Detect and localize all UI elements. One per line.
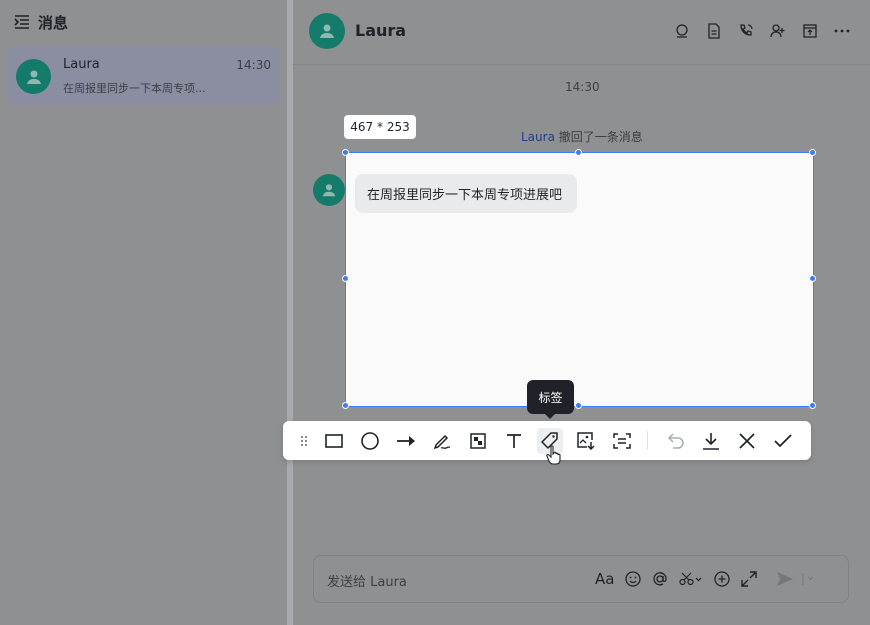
selection-size-badge: 467 * 253 <box>344 115 416 139</box>
chat-header-actions <box>672 22 852 40</box>
resize-handle-s[interactable] <box>575 402 582 409</box>
conversation-preview: 在周报里同步一下本周专项... <box>63 82 206 95</box>
conversation-name: Laura <box>63 57 100 72</box>
contact-name[interactable]: Laura <box>355 21 406 40</box>
emoji-icon[interactable] <box>625 570 642 588</box>
cancel-icon[interactable] <box>734 428 760 454</box>
search-icon[interactable] <box>672 22 692 40</box>
contact-avatar[interactable] <box>309 13 345 49</box>
pen-icon[interactable] <box>429 428 455 454</box>
mosaic-icon[interactable] <box>465 428 491 454</box>
resize-handle-ne[interactable] <box>809 149 816 156</box>
screenshot-icon[interactable] <box>679 570 703 588</box>
chat-timestamp: 14:30 <box>565 80 600 94</box>
more-icon[interactable] <box>832 22 852 40</box>
message-avatar[interactable] <box>313 174 345 206</box>
resize-handle-se[interactable] <box>809 402 816 409</box>
text-icon[interactable] <box>501 428 527 454</box>
expand-icon[interactable] <box>741 570 758 588</box>
hand-cursor-icon <box>546 445 562 469</box>
download-icon[interactable] <box>698 428 724 454</box>
send-icon[interactable] <box>776 570 794 588</box>
pin-icon[interactable] <box>800 22 820 40</box>
undo-icon[interactable] <box>663 428 689 454</box>
composer-actions: Aa <box>595 570 815 588</box>
sidebar-title: 消息 <box>38 13 69 32</box>
toolbar-separator <box>647 431 648 450</box>
font-format-icon[interactable]: Aa <box>595 570 614 588</box>
message-bubble[interactable]: 在周报里同步一下本周专项进展吧 <box>355 174 578 213</box>
avatar <box>16 59 51 94</box>
recall-text: 撤回了一条消息 <box>554 130 643 144</box>
recall-user[interactable]: Laura <box>521 130 555 144</box>
resize-handle-n[interactable] <box>575 149 582 156</box>
arrow-icon[interactable] <box>393 428 419 454</box>
phone-icon[interactable] <box>736 22 756 40</box>
tool-tooltip: 标签 <box>527 380 574 414</box>
pin-image-icon[interactable] <box>573 428 599 454</box>
doc-icon[interactable] <box>704 22 724 40</box>
add-icon[interactable] <box>714 570 731 588</box>
resize-handle-sw[interactable] <box>342 402 349 409</box>
add-member-icon[interactable] <box>768 22 788 40</box>
conversation-item[interactable]: Laura 14:30 在周报里同步一下本周专项... <box>7 46 279 105</box>
send-options-icon[interactable] <box>801 570 815 588</box>
composer-placeholder[interactable]: 发送给 Laura <box>327 571 407 590</box>
conversation-time: 14:30 <box>236 58 271 72</box>
collapse-sidebar-icon[interactable] <box>14 15 30 29</box>
sidebar-header: 消息 <box>14 10 68 34</box>
resize-handle-e[interactable] <box>809 275 816 282</box>
tooltip-arrow <box>544 413 556 419</box>
rectangle-icon[interactable] <box>321 428 347 454</box>
resize-handle-nw[interactable] <box>342 149 349 156</box>
resize-handle-w[interactable] <box>342 275 349 282</box>
confirm-icon[interactable] <box>770 428 796 454</box>
ellipse-icon[interactable] <box>357 428 383 454</box>
mention-icon[interactable] <box>652 570 668 588</box>
message-composer[interactable]: 发送给 Laura Aa <box>313 555 849 603</box>
drag-handle-icon[interactable] <box>291 428 317 454</box>
recall-notice: Laura 撤回了一条消息 <box>521 128 643 145</box>
ocr-icon[interactable] <box>609 428 635 454</box>
